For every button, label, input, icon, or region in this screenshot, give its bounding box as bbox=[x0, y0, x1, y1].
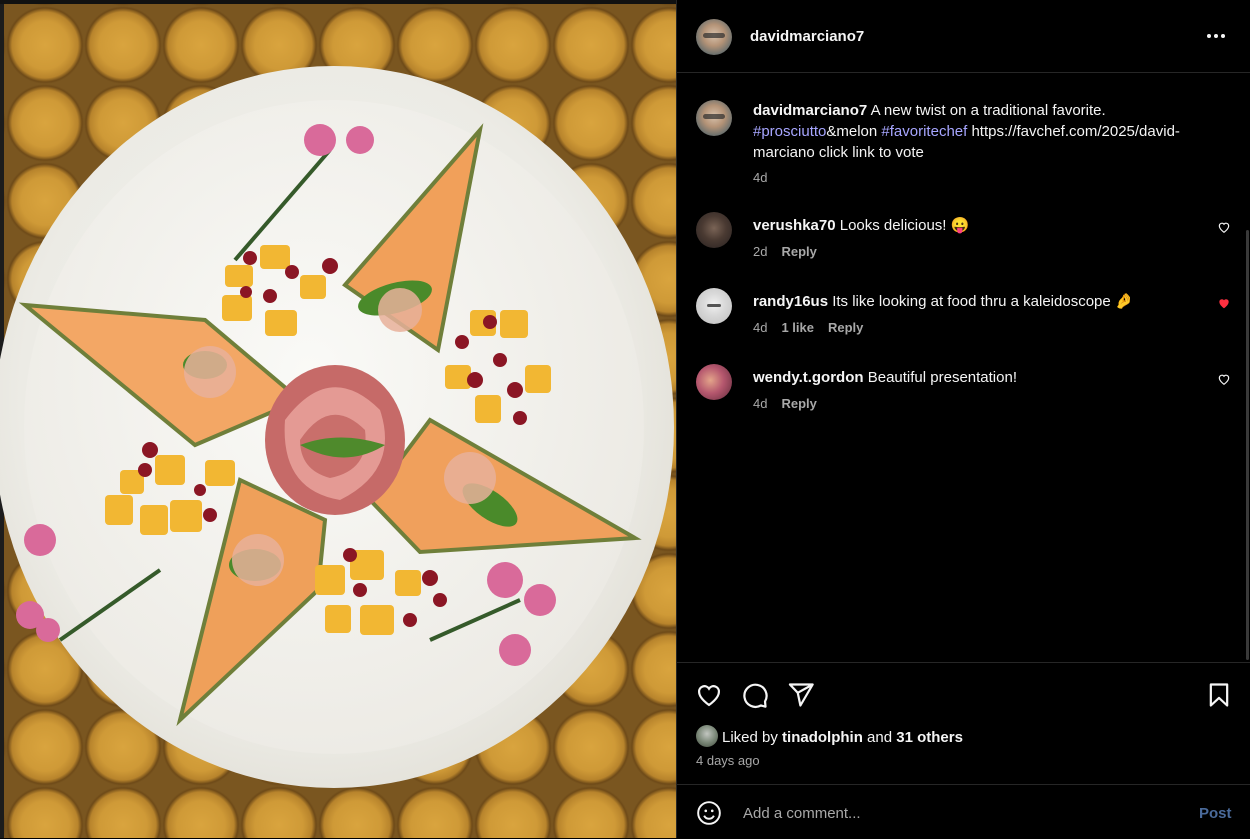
comment-username[interactable]: wendy.t.gordon bbox=[753, 369, 864, 386]
share-icon[interactable] bbox=[787, 681, 815, 709]
reply-button[interactable]: Reply bbox=[781, 244, 816, 259]
reply-button[interactable]: Reply bbox=[781, 396, 816, 411]
comment-time[interactable]: 4d bbox=[753, 396, 767, 411]
comment-text: Beautiful presentation! bbox=[867, 369, 1017, 386]
comment-icon[interactable] bbox=[741, 681, 769, 709]
comment: randy16us Its like looking at food thru … bbox=[677, 288, 1250, 348]
heart-icon[interactable] bbox=[1217, 372, 1231, 386]
hashtag-prosciutto[interactable]: #prosciutto bbox=[753, 123, 826, 140]
avatar[interactable] bbox=[696, 364, 732, 400]
comment-text: Looks delicious! 😛 bbox=[839, 217, 970, 234]
caption-username[interactable]: davidmarciano7 bbox=[753, 102, 867, 119]
heart-icon[interactable] bbox=[1217, 296, 1231, 310]
comment-username[interactable]: randy16us bbox=[753, 293, 828, 310]
caption-text: davidmarciano7 A new twist on a traditio… bbox=[753, 100, 1233, 163]
scrollbar[interactable] bbox=[1246, 230, 1249, 660]
avatar[interactable] bbox=[696, 288, 732, 324]
post-image[interactable] bbox=[0, 0, 676, 838]
comment-username[interactable]: verushka70 bbox=[753, 217, 836, 234]
comment: verushka70 Looks delicious! 😛 2d Reply bbox=[677, 212, 1250, 272]
avatar[interactable] bbox=[696, 19, 732, 55]
caption-mid: &melon bbox=[826, 123, 878, 140]
avatar[interactable] bbox=[696, 212, 732, 248]
post-date: 4 days ago bbox=[696, 753, 760, 768]
comment-time[interactable]: 2d bbox=[753, 244, 767, 259]
post-details-panel: davidmarciano7 davidmarciano7 A new twis… bbox=[676, 0, 1250, 838]
avatar[interactable] bbox=[696, 100, 732, 136]
comment-input[interactable] bbox=[741, 797, 1185, 829]
heart-icon[interactable] bbox=[1217, 220, 1231, 234]
more-icon bbox=[1207, 34, 1225, 38]
food-arrangement bbox=[16, 123, 642, 727]
more-options-button[interactable] bbox=[1201, 24, 1231, 48]
comment: wendy.t.gordon Beautiful presentation! 4… bbox=[677, 364, 1250, 424]
post-button[interactable]: Post bbox=[1199, 805, 1232, 822]
liker-avatar bbox=[696, 725, 718, 747]
caption-time[interactable]: 4d bbox=[753, 170, 767, 185]
prosciutto-rose bbox=[265, 365, 405, 515]
author-username[interactable]: davidmarciano7 bbox=[750, 28, 864, 45]
likes-and: and bbox=[867, 728, 893, 746]
comment-time[interactable]: 4d bbox=[753, 320, 767, 335]
add-comment-bar: Post bbox=[677, 784, 1250, 839]
save-icon[interactable] bbox=[1205, 681, 1233, 709]
post-header: davidmarciano7 bbox=[677, 0, 1250, 73]
likes-summary[interactable]: Liked by tinadolphin and 31 others bbox=[696, 725, 963, 749]
likes-prefix: Liked by bbox=[722, 728, 778, 746]
hashtag-favoritechef[interactable]: #favoritechef bbox=[881, 123, 967, 140]
comment-likes[interactable]: 1 like bbox=[781, 320, 814, 335]
likes-others[interactable]: 31 others bbox=[896, 729, 963, 746]
comment-text: Its like looking at food thru a kaleidos… bbox=[832, 293, 1134, 310]
caption-body: A new twist on a traditional favorite. bbox=[870, 102, 1106, 119]
post-actions: Liked by tinadolphin and 31 others 4 day… bbox=[677, 662, 1250, 785]
reply-button[interactable]: Reply bbox=[828, 320, 863, 335]
liker-username[interactable]: tinadolphin bbox=[782, 729, 863, 746]
like-icon[interactable] bbox=[695, 681, 723, 709]
emoji-icon[interactable] bbox=[696, 800, 722, 826]
